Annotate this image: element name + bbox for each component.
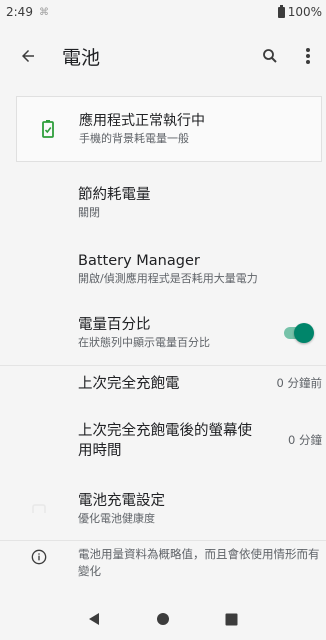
nav-recents-icon xyxy=(225,613,238,625)
charging-settings-item[interactable]: 電池充電設定 優化電池健康度 xyxy=(0,480,326,538)
app-bar: 電池 xyxy=(0,24,326,88)
footer-divider xyxy=(0,540,326,541)
back-button[interactable] xyxy=(0,28,56,84)
battery-saver-subtitle: 關閉 xyxy=(78,206,100,219)
notification-icon: ⌘ xyxy=(38,6,49,18)
nav-recents-button[interactable] xyxy=(212,599,252,639)
screen-usage-value: 0 分鐘 xyxy=(288,433,322,447)
battery-percentage-toggle[interactable] xyxy=(282,323,314,343)
battery-manager-item[interactable]: Battery Manager 開啟/偵測應用程式是否耗用大量電力 xyxy=(0,240,326,298)
more-vert-icon xyxy=(306,48,310,64)
battery-status-title: 應用程式正常執行中 xyxy=(79,113,205,129)
status-battery-icon xyxy=(277,4,285,18)
battery-info-footer: 電池用量資料為概略值，而且會依使用情形而有變化 xyxy=(0,546,326,592)
battery-info-text: 電池用量資料為概略值，而且會依使用情形而有變化 xyxy=(78,547,320,578)
nav-home-icon xyxy=(156,613,169,625)
battery-saver-title: 節約耗電量 xyxy=(78,187,151,203)
battery-manager-title: Battery Manager xyxy=(78,253,200,269)
screen-usage-item: 上次完全充飽電後的螢幕使用時間 0 分鐘 xyxy=(0,412,326,470)
search-button[interactable] xyxy=(250,32,290,80)
battery-status-card[interactable]: 應用程式正常執行中 手機的背景耗電量一般 xyxy=(16,96,322,162)
charging-settings-subtitle: 優化電池健康度 xyxy=(78,512,155,525)
battery-percentage-item[interactable]: 電量百分比 在狀態列中顯示電量百分比 xyxy=(0,304,326,362)
last-full-charge-value: 0 分鐘前 xyxy=(276,376,322,390)
status-time: 2:49 xyxy=(6,5,33,19)
charging-settings-icon xyxy=(32,504,46,513)
arrow-back-icon xyxy=(22,50,34,62)
nav-back-icon xyxy=(89,613,100,625)
nav-back-button[interactable] xyxy=(74,599,114,639)
battery-icon xyxy=(42,120,54,138)
screen-usage-title: 上次完全充飽電後的螢幕使用時間 xyxy=(78,423,252,459)
status-battery-percent: 100% xyxy=(287,5,322,19)
battery-saver-item[interactable]: 節約耗電量 關閉 xyxy=(0,174,326,232)
last-full-charge-item: 上次完全充飽電 0 分鐘前 xyxy=(0,366,326,402)
page-title: 電池 xyxy=(62,46,101,69)
status-bar: 2:49 ⌘ 100% xyxy=(0,0,326,24)
toggle-thumb xyxy=(294,323,314,343)
nav-home-button[interactable] xyxy=(143,599,183,639)
more-options-button[interactable] xyxy=(290,32,326,80)
search-icon xyxy=(263,49,277,63)
info-icon xyxy=(31,549,47,565)
system-navigation-bar xyxy=(0,598,326,640)
charging-settings-title: 電池充電設定 xyxy=(78,493,165,509)
battery-status-subtitle: 手機的背景耗電量一般 xyxy=(79,132,189,145)
battery-manager-subtitle: 開啟/偵測應用程式是否耗用大量電力 xyxy=(78,272,258,285)
